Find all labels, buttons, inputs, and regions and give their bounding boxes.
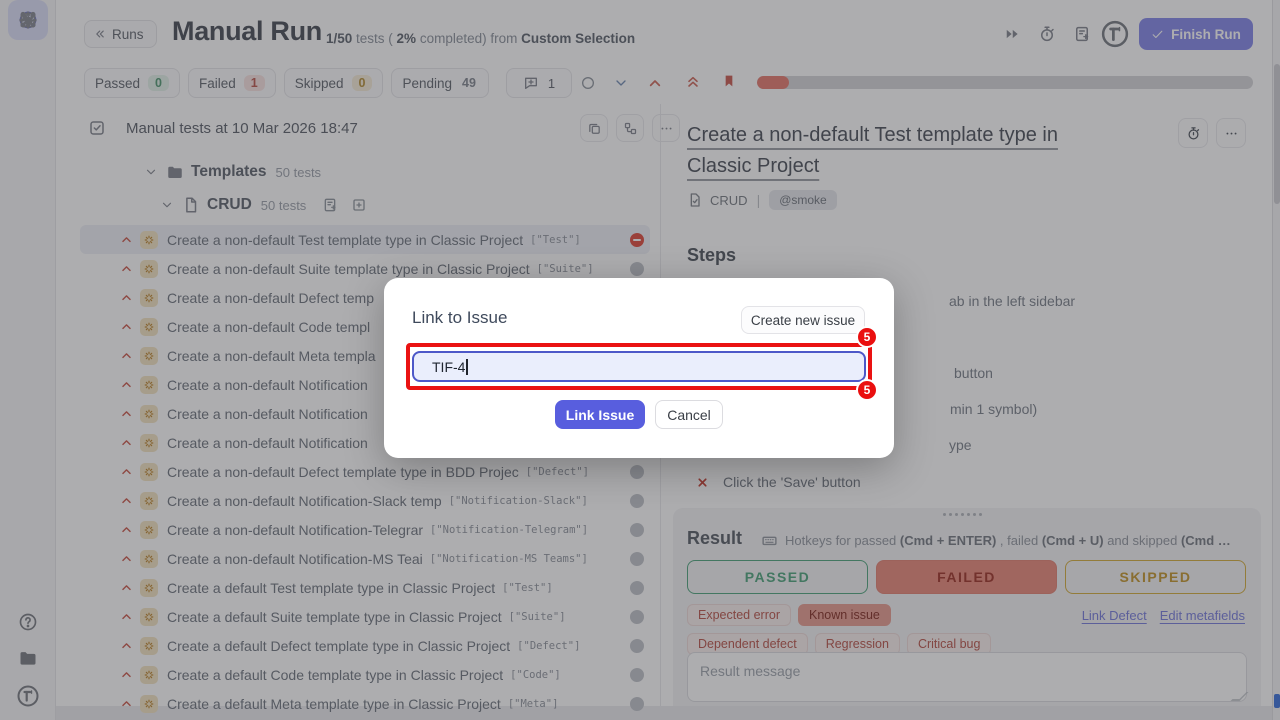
create-new-issue-button[interactable]: Create new issue [741, 306, 865, 334]
annotation-number-badge: 5 [856, 326, 878, 348]
link-to-issue-modal: Link to Issue Create new issue TIF-4 55 … [384, 278, 894, 458]
app-root: Runs Manual Run 1/50 tests ( 2% complete… [0, 0, 1280, 720]
issue-id-input[interactable]: TIF-4 [412, 351, 866, 382]
link-issue-button[interactable]: Link Issue [555, 400, 645, 429]
text-caret [466, 359, 468, 375]
modal-title: Link to Issue [412, 308, 507, 328]
cancel-button[interactable]: Cancel [655, 400, 723, 429]
issue-id-value: TIF-4 [432, 359, 465, 375]
annotation-number-badge: 5 [856, 379, 878, 401]
